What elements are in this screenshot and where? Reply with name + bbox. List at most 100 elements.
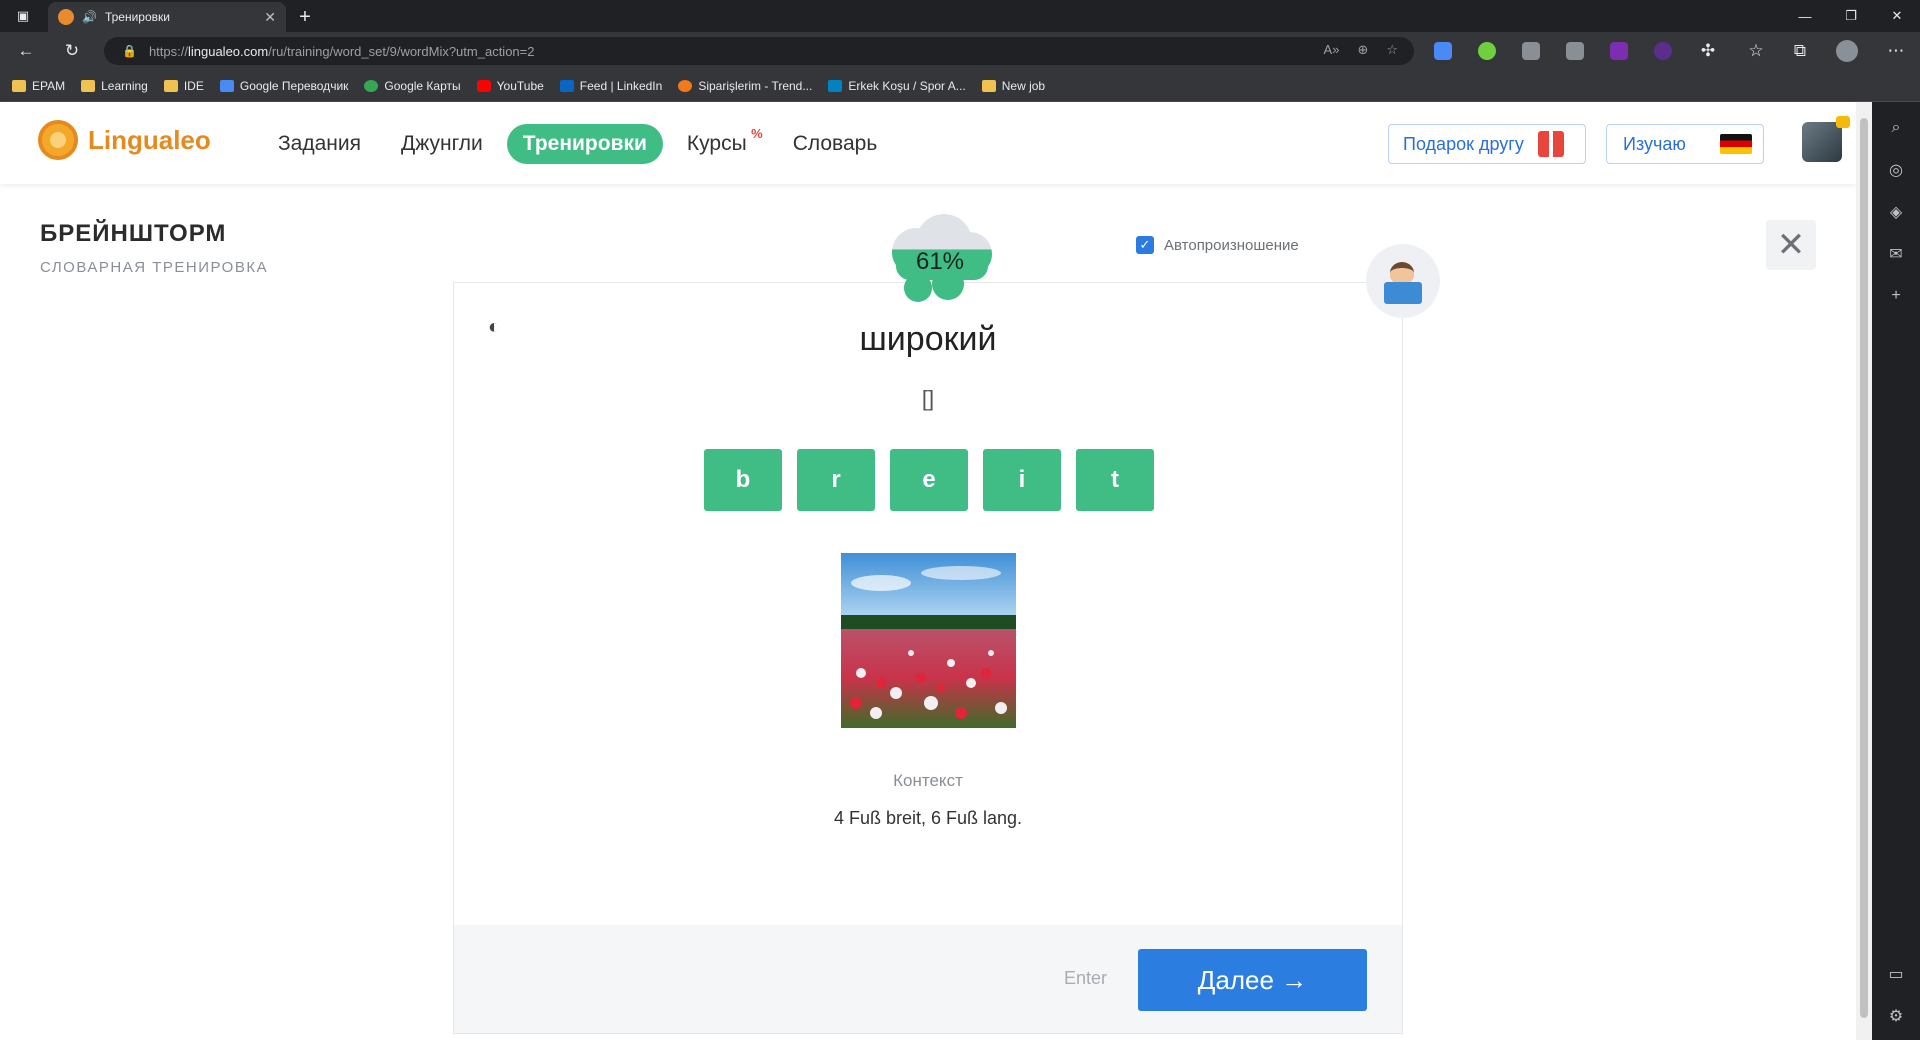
linkedin-icon xyxy=(559,79,574,92)
lion-logo-icon xyxy=(38,120,78,160)
bookmarks-bar: EPAM Learning IDE Google Переводчик Goog… xyxy=(0,70,1920,102)
autospeak-checkbox[interactable]: ✓ xyxy=(1136,236,1154,254)
letter-tile[interactable]: t xyxy=(1076,449,1154,511)
word-illustration xyxy=(841,553,1016,728)
extension-icon[interactable] xyxy=(1566,42,1584,60)
browser-toolbar: ← ↻ 🔒 https://lingualeo.com/ru/training/… xyxy=(0,32,1920,70)
letter-tile[interactable]: i xyxy=(983,449,1061,511)
lock-icon[interactable]: 🔒 xyxy=(122,44,137,58)
minimize-button[interactable]: — xyxy=(1782,0,1828,32)
restore-button[interactable]: ❐ xyxy=(1828,0,1874,32)
search-icon[interactable]: ⌕ xyxy=(1884,116,1908,140)
extension-icon[interactable] xyxy=(1522,42,1540,60)
decathlon-icon xyxy=(828,79,843,92)
german-flag-icon xyxy=(1719,134,1752,154)
back-icon[interactable]: ← xyxy=(12,38,40,64)
main-menu: Задания Джунгли Тренировки Курсы % Слова… xyxy=(262,124,901,164)
extension-icon[interactable] xyxy=(1610,42,1628,60)
close-tab-icon[interactable]: ✕ xyxy=(264,9,276,26)
letter-tile[interactable]: b xyxy=(704,449,782,511)
profile-avatar[interactable] xyxy=(1836,40,1858,62)
bookmark-trendyol[interactable]: Siparişlerim - Trend... xyxy=(678,79,812,93)
browser-tab[interactable]: 🔊 Тренировки ✕ xyxy=(48,2,286,32)
browser-tab-bar: ▣ 🔊 Тренировки ✕ + — ❐ ✕ xyxy=(0,0,1920,32)
google-maps-icon xyxy=(364,79,379,92)
gift-friend-label: Подарок другу xyxy=(1403,133,1524,154)
sidebar-toggle-icon[interactable]: ▭ xyxy=(1884,962,1908,986)
autospeak-label: Автопроизношение xyxy=(1164,236,1299,254)
speaker-icon[interactable]: 🔊 xyxy=(82,10,97,24)
bookmark-ide[interactable]: IDE xyxy=(163,79,204,93)
extension-icon[interactable] xyxy=(1654,42,1672,60)
bookmark-decathlon[interactable]: Erkek Koşu / Spor A... xyxy=(828,79,966,93)
bookmark-learning[interactable]: Learning xyxy=(81,79,148,93)
bookmark-linkedin[interactable]: Feed | LinkedIn xyxy=(559,79,662,93)
menu-item-jungle[interactable]: Джунгли xyxy=(385,124,499,164)
collections-icon[interactable]: ⧉ xyxy=(1786,38,1814,64)
reader-face-icon xyxy=(1390,262,1414,284)
add-icon[interactable]: + xyxy=(1884,284,1908,308)
folder-icon xyxy=(81,79,96,92)
menu-item-tasks[interactable]: Задания xyxy=(262,124,377,164)
discount-badge: % xyxy=(751,126,763,141)
page-subtitle: СЛОВАРНАЯ ТРЕНИРОВКА xyxy=(40,259,269,276)
menu-item-courses[interactable]: Курсы % xyxy=(671,124,769,164)
close-training-button[interactable]: ✕ xyxy=(1766,220,1816,270)
address-bar[interactable]: 🔒 https://lingualeo.com/ru/training/word… xyxy=(104,37,1414,65)
bookmark-epam[interactable]: EPAM xyxy=(12,79,65,93)
edge-sidebar: ⌕ ◎ ◈ ✉ + ▭ ⚙ xyxy=(1872,102,1920,1040)
trendyol-icon xyxy=(678,79,693,92)
progress-cloud: 61% xyxy=(882,212,998,308)
site-header: Lingualeo Задания Джунгли Тренировки Кур… xyxy=(0,102,1856,184)
close-window-button[interactable]: ✕ xyxy=(1874,0,1920,32)
youtube-icon xyxy=(476,79,491,92)
folder-icon xyxy=(12,79,26,92)
page-title: БРЕЙНШТОРМ xyxy=(40,220,227,247)
learning-language-label: Изучаю xyxy=(1623,133,1686,154)
google-translate-icon xyxy=(219,79,234,92)
user-avatar[interactable] xyxy=(1802,122,1842,162)
reload-icon[interactable]: ↻ xyxy=(58,38,86,64)
games-icon[interactable]: ◈ xyxy=(1884,200,1908,224)
extensions-puzzle-icon[interactable]: ✣ xyxy=(1694,38,1722,64)
tab-actions-icon[interactable]: ▣ xyxy=(0,0,46,32)
translate-extension-icon[interactable] xyxy=(1434,42,1452,60)
bookmark-google-maps[interactable]: Google Карты xyxy=(364,79,461,93)
gear-icon[interactable]: ⚙ xyxy=(1884,1004,1908,1028)
new-tab-button[interactable]: + xyxy=(292,4,318,30)
menu-item-trainings[interactable]: Тренировки xyxy=(506,124,663,164)
menu-item-dictionary[interactable]: Словарь xyxy=(777,124,894,164)
url-host: lingualeo.com xyxy=(187,43,269,59)
next-button[interactable]: Далее → xyxy=(1138,949,1367,1011)
reader-avatar xyxy=(1366,244,1440,318)
learning-language-button[interactable]: Изучаю xyxy=(1606,124,1764,164)
favorite-icon[interactable]: ☆ xyxy=(1386,42,1398,58)
letter-tile[interactable]: r xyxy=(797,449,875,511)
zoom-icon[interactable]: ⊕ xyxy=(1357,42,1368,58)
copilot-icon[interactable]: ◎ xyxy=(1884,158,1908,182)
transcription: [] xyxy=(921,386,935,411)
autospeak-toggle[interactable]: ✓ Автопроизношение xyxy=(1136,236,1299,254)
progress-percent: 61% xyxy=(915,248,965,275)
folder-icon xyxy=(981,79,996,92)
page-scrollbar[interactable] xyxy=(1856,102,1872,1040)
url-path: /ru/training/word_set/9/wordMix?utm_acti… xyxy=(268,43,535,59)
bookmark-youtube[interactable]: YouTube xyxy=(476,79,544,93)
favorites-icon[interactable]: ☆ xyxy=(1742,38,1770,64)
bookmark-new-job[interactable]: New job xyxy=(981,79,1045,93)
read-aloud-icon[interactable]: A» xyxy=(1324,42,1340,58)
grammarly-extension-icon[interactable] xyxy=(1478,42,1496,60)
scrollbar-thumb[interactable] xyxy=(1860,118,1868,1018)
more-icon[interactable]: ⋯ xyxy=(1882,38,1910,64)
context-text: 4 Fuß breit, 6 Fuß lang. xyxy=(833,808,1023,828)
letter-tile[interactable]: e xyxy=(890,449,968,511)
outlook-icon[interactable]: ✉ xyxy=(1884,242,1908,266)
context-label: Контекст xyxy=(893,771,963,790)
letter-tiles: b r e i t xyxy=(704,449,1154,511)
lingualeo-logo[interactable]: Lingualeo xyxy=(38,120,211,160)
logo-text: Lingualeo xyxy=(88,124,211,155)
book-icon xyxy=(1384,282,1422,304)
bookmark-google-translate[interactable]: Google Переводчик xyxy=(219,79,348,93)
question-word: широкий xyxy=(859,320,997,358)
gift-friend-button[interactable]: Подарок другу xyxy=(1388,124,1586,164)
